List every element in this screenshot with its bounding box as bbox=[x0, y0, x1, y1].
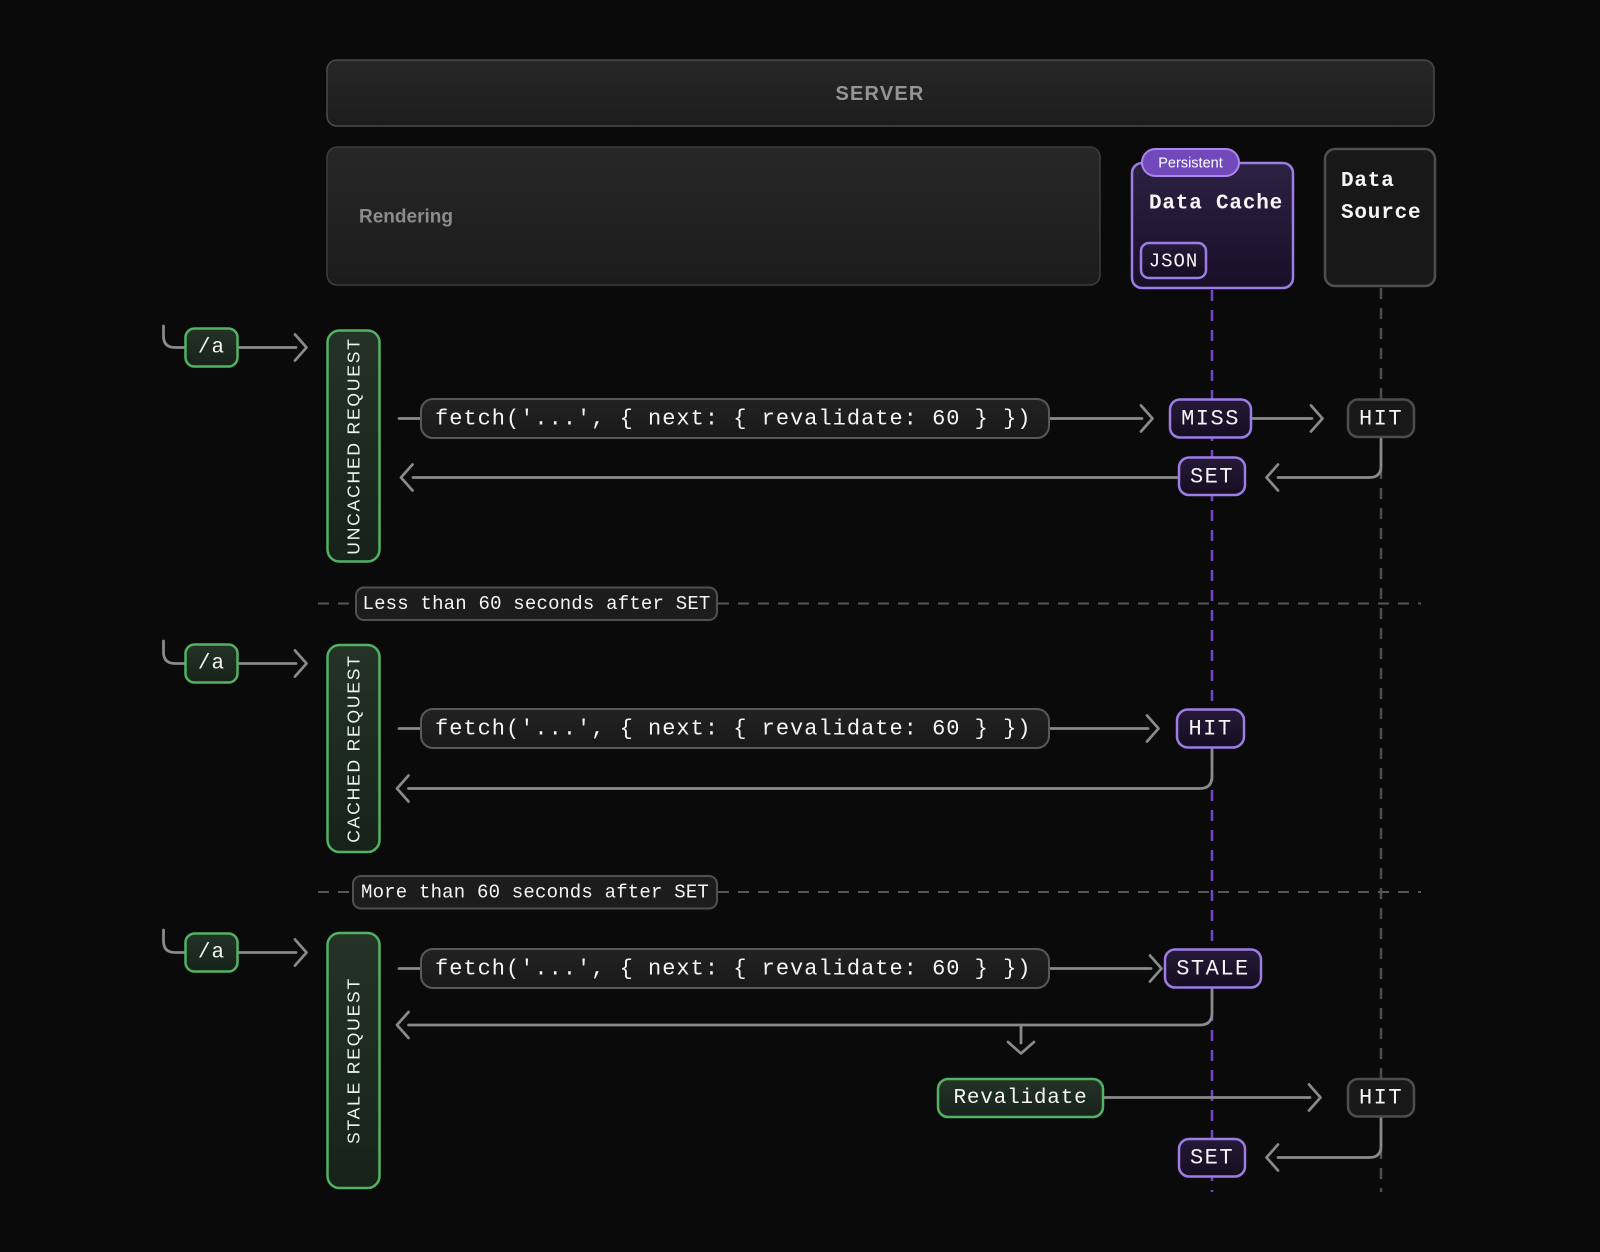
svg-text:Rendering: Rendering bbox=[359, 207, 453, 228]
svg-text:SET: SET bbox=[1190, 465, 1234, 490]
svg-text:fetch('...', { next: { revalid: fetch('...', { next: { revalidate: 60 } … bbox=[435, 717, 1032, 742]
svg-text:Less than 60 seconds after SET: Less than 60 seconds after SET bbox=[362, 593, 710, 615]
svg-text:Data: Data bbox=[1341, 170, 1395, 193]
svg-text:HIT: HIT bbox=[1359, 1086, 1403, 1111]
svg-text:Source: Source bbox=[1341, 202, 1421, 225]
svg-text:fetch('...', { next: { revalid: fetch('...', { next: { revalidate: 60 } … bbox=[435, 957, 1032, 982]
svg-text:STALE: STALE bbox=[1176, 957, 1250, 982]
svg-text:CACHED REQUEST: CACHED REQUEST bbox=[344, 654, 364, 843]
svg-text:/a: /a bbox=[198, 653, 225, 676]
svg-text:Persistent: Persistent bbox=[1158, 156, 1222, 172]
svg-text:/a: /a bbox=[198, 942, 225, 965]
svg-text:HIT: HIT bbox=[1188, 717, 1232, 742]
svg-text:More than 60 seconds after SET: More than 60 seconds after SET bbox=[361, 882, 709, 904]
svg-text:Revalidate: Revalidate bbox=[953, 1087, 1087, 1110]
svg-text:/a: /a bbox=[198, 337, 225, 360]
svg-text:UNCACHED REQUEST: UNCACHED REQUEST bbox=[344, 337, 364, 554]
svg-text:HIT: HIT bbox=[1359, 407, 1403, 432]
svg-text:JSON: JSON bbox=[1149, 251, 1199, 273]
svg-text:SERVER: SERVER bbox=[835, 83, 924, 105]
svg-text:fetch('...', { next: { revalid: fetch('...', { next: { revalidate: 60 } … bbox=[435, 407, 1032, 432]
svg-text:Data Cache: Data Cache bbox=[1149, 193, 1283, 216]
svg-text:SET: SET bbox=[1190, 1146, 1234, 1171]
svg-text:MISS: MISS bbox=[1181, 407, 1240, 432]
svg-text:STALE REQUEST: STALE REQUEST bbox=[344, 977, 364, 1144]
